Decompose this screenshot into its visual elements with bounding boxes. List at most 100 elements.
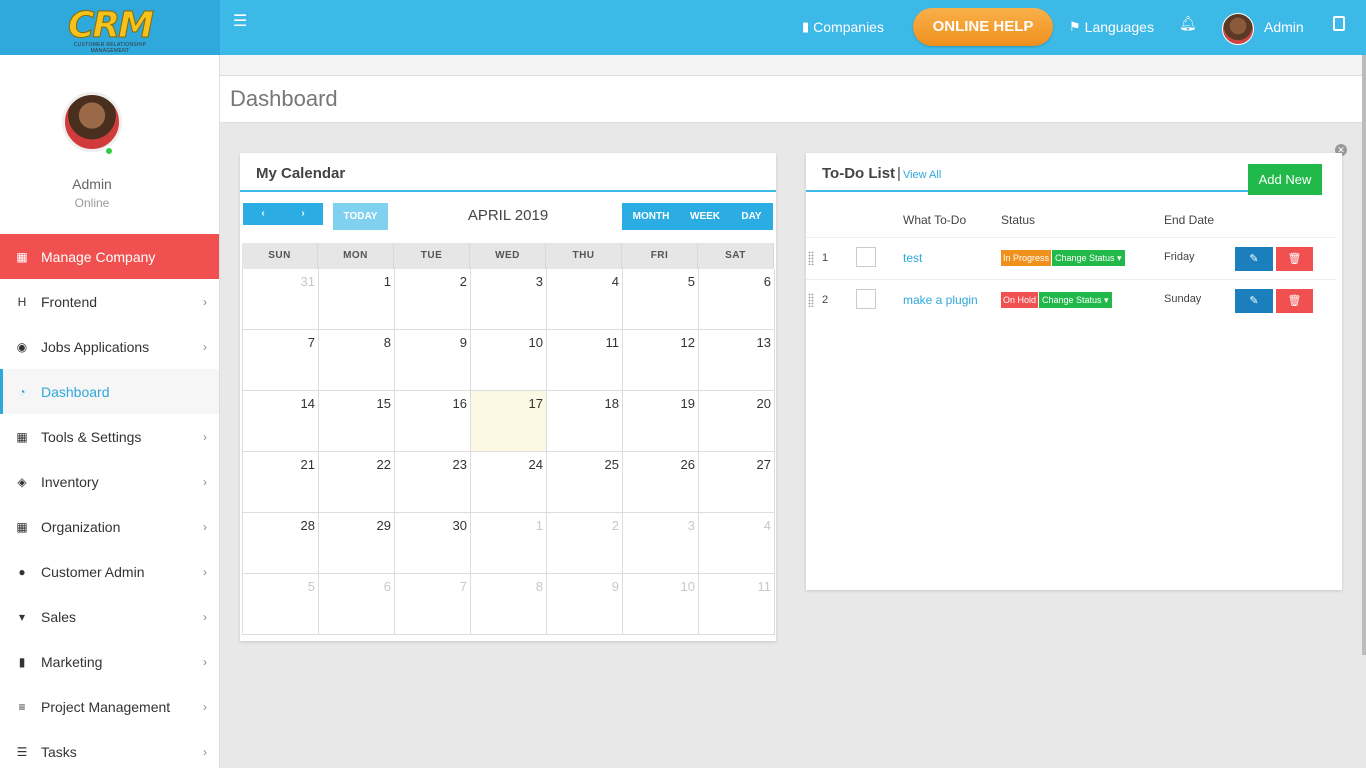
calendar-day[interactable]: 18 <box>547 391 623 452</box>
calendar-day[interactable]: 5 <box>243 574 319 635</box>
change-status-dropdown[interactable]: Change Status ▾ <box>1052 250 1125 266</box>
sidebar-item-project-management[interactable]: ≡ Project Management › <box>0 684 219 729</box>
calendar-day[interactable]: 9 <box>547 574 623 635</box>
edit-button[interactable]: ✎ <box>1235 289 1273 313</box>
calendar-day[interactable]: 31 <box>243 269 319 330</box>
todo-title: To-Do List <box>822 165 896 182</box>
calendar-day[interactable]: 4 <box>699 513 775 574</box>
calendar-day[interactable]: 16 <box>395 391 471 452</box>
status-badge: In Progress <box>1001 250 1052 266</box>
add-new-button[interactable]: Add New <box>1248 164 1322 195</box>
edit-button[interactable]: ✎ <box>1235 247 1273 271</box>
calendar-day[interactable]: 21 <box>243 452 319 513</box>
view-month-button[interactable]: MONTH <box>622 203 680 230</box>
sidebar-item-sales[interactable]: ▾ Sales › <box>0 594 219 639</box>
todo-checkbox[interactable] <box>856 289 876 309</box>
sidebar-nav: ▦ Manage Company H Frontend › ◉ Jobs Applicati… <box>0 234 219 768</box>
crm-logo[interactable]: CRM CUSTOMER RELATIONSHIP MANAGEMENT <box>60 4 160 54</box>
calendar-day[interactable]: 2 <box>547 513 623 574</box>
calendar-day[interactable]: 14 <box>243 391 319 452</box>
calendar-day[interactable]: 10 <box>471 330 547 391</box>
view-week-button[interactable]: WEEK <box>680 203 730 230</box>
sidebar-item-manage-company[interactable]: ▦ Manage Company <box>0 234 219 279</box>
sidebar-item-frontend[interactable]: H Frontend › <box>0 279 219 324</box>
view-all-link[interactable]: View All <box>903 169 941 181</box>
user-menu-label[interactable]: Admin <box>1264 19 1304 35</box>
logo-text: CRM <box>68 4 155 46</box>
cart-icon: ▾ <box>18 609 26 624</box>
calendar-day[interactable]: 4 <box>547 269 623 330</box>
sidebar-item-inventory[interactable]: ◈ Inventory › <box>0 459 219 504</box>
calendar-day[interactable]: 8 <box>319 330 395 391</box>
calendar-day[interactable]: 3 <box>471 269 547 330</box>
calendar-day[interactable]: 30 <box>395 513 471 574</box>
user-avatar[interactable] <box>1222 13 1254 45</box>
chevron-right-icon: › <box>203 475 207 489</box>
change-status-dropdown[interactable]: Change Status ▾ <box>1039 292 1112 308</box>
calendar-day[interactable]: 22 <box>319 452 395 513</box>
profile-avatar[interactable] <box>62 92 122 152</box>
calendar-day[interactable]: 3 <box>623 513 699 574</box>
todo-checkbox[interactable] <box>856 247 876 267</box>
menu-toggle-icon[interactable]: ☰ <box>233 14 249 30</box>
todo-task-link[interactable]: make a plugin <box>903 293 978 307</box>
sidebar-item-tasks[interactable]: ☰ Tasks › <box>0 729 219 768</box>
calendar-day[interactable]: 13 <box>699 330 775 391</box>
profile-status: Online <box>74 196 110 210</box>
calendar-day[interactable]: 29 <box>319 513 395 574</box>
delete-button[interactable]: 🗑︎ <box>1276 289 1313 313</box>
calendar-day[interactable]: 28 <box>243 513 319 574</box>
delete-button[interactable]: 🗑︎ <box>1276 247 1313 271</box>
calendar-day[interactable]: 1 <box>471 513 547 574</box>
sidebar-item-dashboard[interactable]: ◔ Dashboard <box>0 369 219 414</box>
languages-link[interactable]: ⚑ Languages <box>1069 19 1154 35</box>
logo-area[interactable]: CRM CUSTOMER RELATIONSHIP MANAGEMENT <box>0 0 220 55</box>
sidebar-item-customer-admin[interactable]: ● Customer Admin › <box>0 549 219 594</box>
sidebar: Admin Online ▦ Manage Company H Frontend › ◉ J… <box>0 55 220 768</box>
calendar-day[interactable]: 19 <box>623 391 699 452</box>
calendar-day[interactable]: 9 <box>395 330 471 391</box>
sidebar-item-marketing[interactable]: ▮ Marketing › <box>0 639 219 684</box>
calendar-grid: SUN MON TUE WED THU FRI SAT 31 1 2 3 4 5 6 7 8 9 10 11 12 1… <box>242 243 775 635</box>
calendar-day[interactable]: 6 <box>699 269 775 330</box>
calendar-day[interactable]: 10 <box>623 574 699 635</box>
sidebar-item-tools-settings[interactable]: ▦ Tools & Settings › <box>0 414 219 459</box>
calendar-day[interactable]: 20 <box>699 391 775 452</box>
companies-link[interactable]: ▮ Companies <box>802 19 884 35</box>
logo-subtitle: CUSTOMER RELATIONSHIP MANAGEMENT <box>73 41 147 54</box>
calendar-day[interactable]: 7 <box>395 574 471 635</box>
calendar-day[interactable]: 11 <box>699 574 775 635</box>
view-day-button[interactable]: DAY <box>730 203 773 230</box>
sidebar-item-jobs-applications[interactable]: ◉ Jobs Applications › <box>0 324 219 369</box>
todo-row-number: 2 <box>822 294 829 306</box>
calendar-day[interactable]: 5 <box>623 269 699 330</box>
calendar-day[interactable]: 12 <box>623 330 699 391</box>
sidebar-item-label: Jobs Applications <box>41 338 150 355</box>
calendar-day[interactable]: 27 <box>699 452 775 513</box>
calendar-view-switcher: MONTH WEEK DAY <box>622 203 773 230</box>
calendar-day[interactable]: 25 <box>547 452 623 513</box>
calendar-day[interactable]: 2 <box>395 269 471 330</box>
sidebar-toggle-icon[interactable] <box>1333 16 1345 31</box>
drag-handle-icon[interactable] <box>808 251 814 265</box>
calendar-day[interactable]: 26 <box>623 452 699 513</box>
calendar-day[interactable]: 17 <box>471 391 547 452</box>
online-help-button[interactable]: ONLINE HELP <box>913 8 1053 46</box>
calendar-day[interactable]: 7 <box>243 330 319 391</box>
calendar-day[interactable]: 6 <box>319 574 395 635</box>
calendar-day[interactable]: 1 <box>319 269 395 330</box>
calendar-day[interactable]: 23 <box>395 452 471 513</box>
todo-task-link[interactable]: test <box>903 251 922 265</box>
calendar-day[interactable]: 15 <box>319 391 395 452</box>
page-scrollbar[interactable] <box>1362 55 1366 655</box>
building-icon: ▦ <box>16 429 28 444</box>
drag-handle-icon[interactable] <box>808 293 814 307</box>
calendar-day[interactable]: 24 <box>471 452 547 513</box>
h-square-icon: H <box>17 294 27 309</box>
calendar-day[interactable]: 11 <box>547 330 623 391</box>
chevron-right-icon: › <box>203 610 207 624</box>
sidebar-item-organization[interactable]: ▦ Organization › <box>0 504 219 549</box>
calendar-day[interactable]: 8 <box>471 574 547 635</box>
weekday-header: WED <box>470 243 546 269</box>
notifications-bell[interactable]: 🔔︎ <box>1179 15 1197 32</box>
